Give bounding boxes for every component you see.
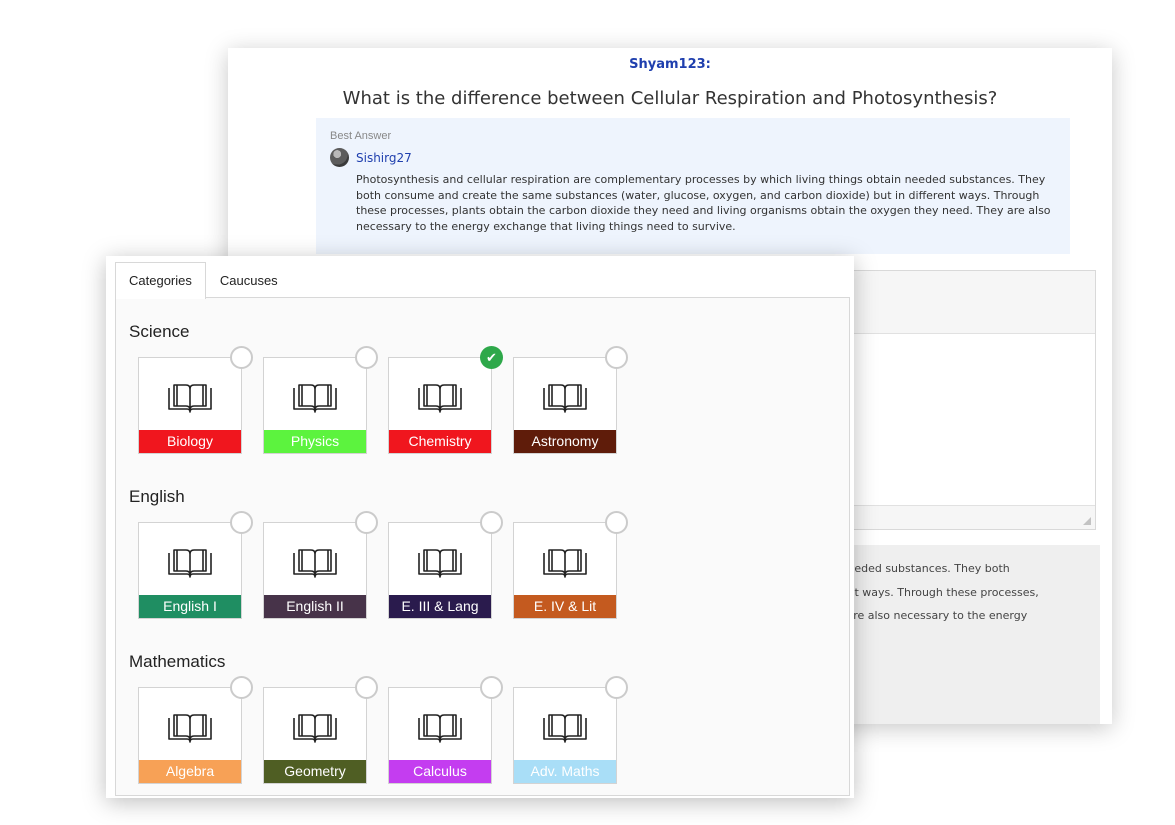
open-book-icon (418, 384, 462, 413)
asker-name[interactable]: Shyam123: (228, 57, 1112, 72)
question-title: What is the difference between Cellular … (342, 88, 998, 109)
category-label: Geometry (264, 760, 366, 783)
select-radio[interactable] (355, 676, 378, 699)
select-radio[interactable] (355, 346, 378, 369)
tab-bar: Categories Caucuses (115, 262, 292, 299)
answer-editor[interactable] (816, 270, 1096, 530)
resize-handle-icon[interactable] (1083, 517, 1091, 525)
answer-line: necessary to the energy exchange that li… (356, 219, 736, 233)
select-radio[interactable] (605, 511, 628, 534)
answer-line: both consume and create the same substan… (356, 188, 1040, 202)
category-tile-geometry[interactable]: Geometry (263, 676, 378, 784)
select-radio[interactable] (230, 346, 253, 369)
categories-panel: Science English Mathematics Biology Physi… (115, 297, 850, 796)
select-radio[interactable] (605, 676, 628, 699)
category-tile-calculus[interactable]: Calculus (388, 676, 503, 784)
category-tile-english-i[interactable]: English I (138, 511, 253, 619)
select-radio[interactable] (355, 511, 378, 534)
category-label: Biology (139, 430, 241, 453)
best-answer-label: Best Answer (330, 130, 392, 142)
category-label: English II (264, 595, 366, 618)
open-book-icon (543, 384, 587, 413)
category-label: E. IV & Lit (514, 595, 616, 618)
category-tile-algebra[interactable]: Algebra (138, 676, 253, 784)
preview-text: tain needed substances. They both liffer… (816, 557, 1086, 628)
category-tile-chemistry[interactable]: Chemistry ✔ (388, 346, 503, 454)
category-label: Chemistry (389, 430, 491, 453)
category-tile-e-iii-lang[interactable]: E. III & Lang (388, 511, 503, 619)
category-tile-physics[interactable]: Physics (263, 346, 378, 454)
open-book-icon (168, 714, 212, 743)
select-radio[interactable] (230, 676, 253, 699)
avatar (330, 148, 349, 167)
editor-status-bar (817, 505, 1095, 529)
category-tile-e-iv-lit[interactable]: E. IV & Lit (513, 511, 628, 619)
answer-line: Photosynthesis and cellular respiration … (356, 173, 1046, 186)
answer-preview: tain needed substances. They both liffer… (816, 545, 1100, 724)
open-book-icon (418, 714, 462, 743)
select-radio[interactable] (230, 511, 253, 534)
open-book-icon (293, 549, 337, 578)
open-book-icon (543, 714, 587, 743)
section-title-science: Science (129, 322, 190, 341)
category-tile-english-ii[interactable]: English II (263, 511, 378, 619)
checkmark-icon[interactable]: ✔ (480, 346, 503, 369)
open-book-icon (293, 714, 337, 743)
category-picker-window: Categories Caucuses Science English Math… (106, 256, 854, 798)
category-label: Physics (264, 430, 366, 453)
section-title-english: English (129, 487, 185, 506)
open-book-icon (168, 384, 212, 413)
section-title-mathematics: Mathematics (129, 652, 226, 671)
category-label: English I (139, 595, 241, 618)
open-book-icon (293, 384, 337, 413)
category-label: Adv. Maths (514, 760, 616, 783)
preview-line: tain needed substances. They both (816, 562, 1010, 575)
category-label: Astronomy (514, 430, 616, 453)
answerer-name[interactable]: Sishirg27 (356, 151, 412, 165)
best-answer-box: Best Answer Sishirg27 Photosynthesis and… (316, 118, 1070, 254)
preview-line: lifferent ways. Through these processes, (816, 585, 1039, 599)
open-book-icon (418, 549, 462, 578)
category-tile-adv-maths[interactable]: Adv. Maths (513, 676, 628, 784)
tab-categories[interactable]: Categories (115, 262, 206, 299)
category-tile-biology[interactable]: Biology (138, 346, 253, 454)
answer-text: Photosynthesis and cellular respiration … (356, 172, 1056, 234)
open-book-icon (168, 549, 212, 578)
select-radio[interactable] (605, 346, 628, 369)
answerer: Sishirg27 (330, 148, 412, 167)
category-label: E. III & Lang (389, 595, 491, 618)
editor-toolbar (817, 271, 1095, 334)
category-tile-astronomy[interactable]: Astronomy (513, 346, 628, 454)
select-radio[interactable] (480, 511, 503, 534)
category-label: Calculus (389, 760, 491, 783)
category-label: Algebra (139, 760, 241, 783)
open-book-icon (543, 549, 587, 578)
preview-line: They are also necessary to the energy (816, 609, 1028, 622)
tab-caucuses[interactable]: Caucuses (206, 262, 292, 298)
select-radio[interactable] (480, 676, 503, 699)
answer-line: these processes, plants obtain the carbo… (356, 204, 1051, 217)
